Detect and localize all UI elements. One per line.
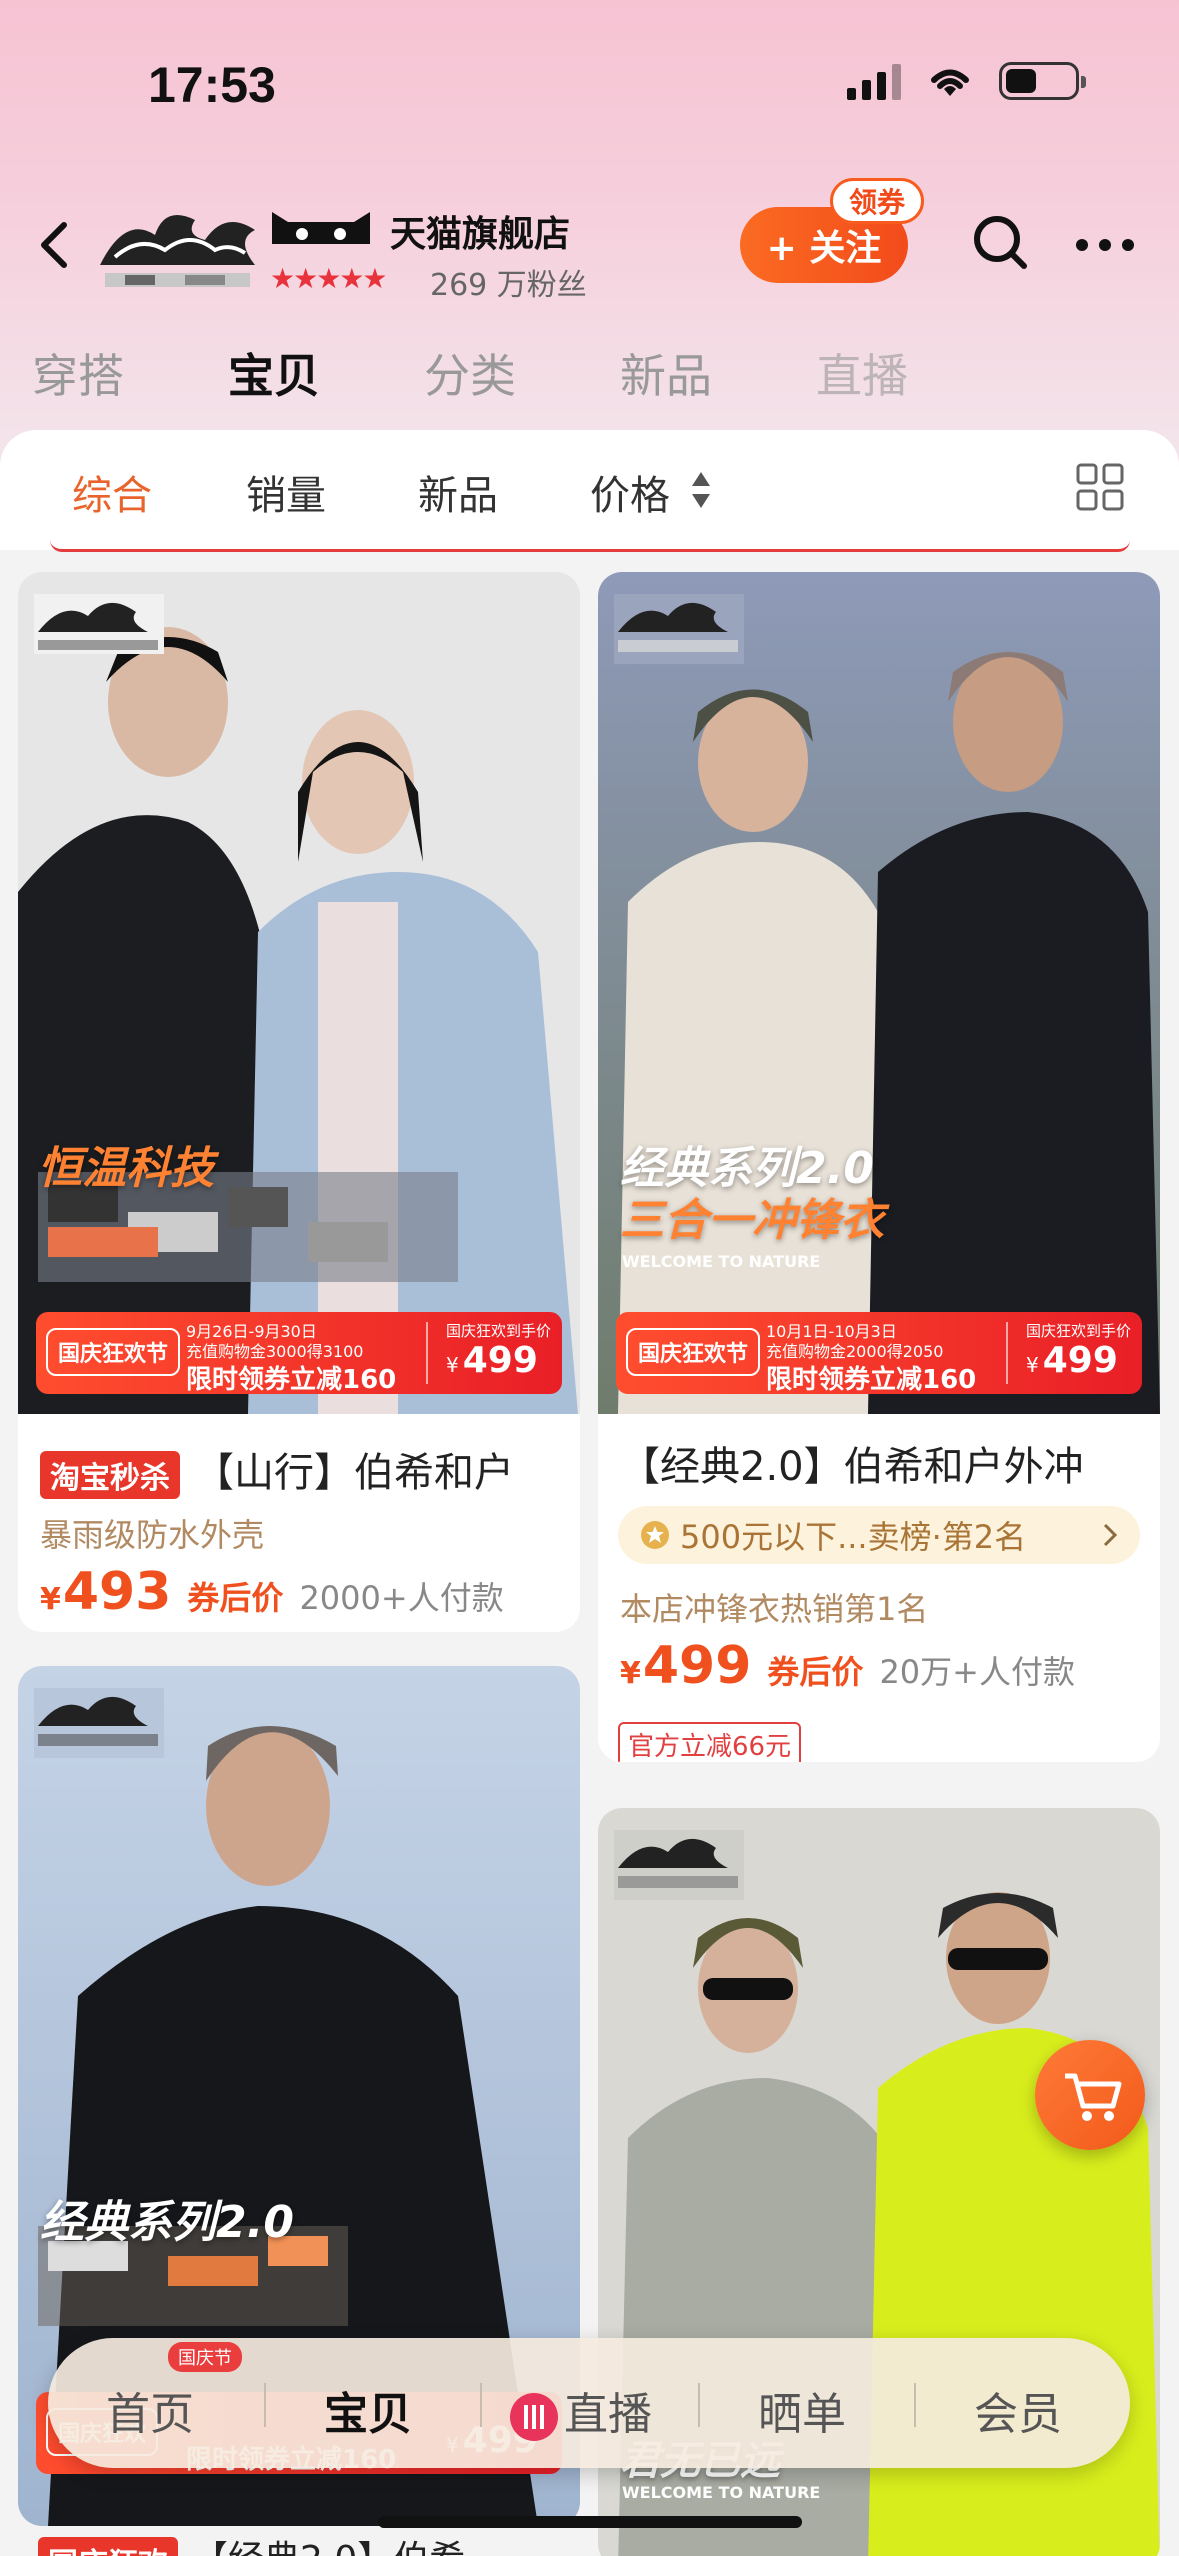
- medal-icon: [641, 1521, 669, 1549]
- nav-products[interactable]: 宝贝: [324, 2378, 412, 2442]
- sort-arrows-icon: [692, 472, 710, 508]
- image-overlay-small: WELCOME TO NATURE: [622, 1252, 821, 1271]
- filter-sales[interactable]: 销量: [246, 463, 326, 521]
- promo-tag: 国庆狂欢节: [46, 1328, 181, 1376]
- nav-home[interactable]: 首页: [106, 2378, 194, 2442]
- home-indicator: [378, 2516, 802, 2528]
- status-icons: [847, 62, 1086, 100]
- filter-new[interactable]: 新品: [418, 463, 498, 521]
- product-image: [18, 572, 580, 1414]
- store-logo: [100, 215, 255, 287]
- battery-icon: [999, 62, 1086, 100]
- coupon-badge[interactable]: 领券: [830, 178, 925, 224]
- cart-button[interactable]: [1035, 2040, 1145, 2150]
- search-icon[interactable]: [970, 212, 1030, 272]
- nav-separator: [698, 2383, 700, 2427]
- promo-price-label: 国庆狂欢到手价: [446, 1322, 552, 1340]
- tab-categories[interactable]: 分类: [424, 340, 516, 406]
- promo-divider: [1006, 1322, 1008, 1384]
- tmall-icon: [272, 212, 370, 244]
- store-fans-count: 269 万粉丝: [430, 268, 587, 303]
- nav-separator: [480, 2383, 482, 2427]
- product-price: ¥499: [620, 1636, 752, 1696]
- nav-separator: [914, 2383, 916, 2427]
- product-subtitle: 暴雨级防水外壳: [40, 1516, 265, 1554]
- product-price: ¥493: [40, 1562, 172, 1622]
- nav-reviews[interactable]: 晒单: [758, 2378, 846, 2442]
- product-card[interactable]: 恒温科技 国庆狂欢节 9月26日-9月30日 充值购物金3000得3100 限时…: [18, 572, 580, 1632]
- promo-banner: 国庆狂欢节 9月26日-9月30日 充值购物金3000得3100 限时领券立减1…: [36, 1312, 562, 1395]
- promo-price: ¥499: [446, 1340, 538, 1381]
- cart-icon: [1065, 2073, 1122, 2121]
- product-image: [598, 572, 1160, 1414]
- promo-price-label: 国庆狂欢到手价: [1026, 1322, 1132, 1340]
- product-subtitle: 本店冲锋衣热销第1名: [620, 1590, 929, 1628]
- after-coupon-label: 券后价: [187, 1579, 284, 1617]
- product-title: 淘宝秒杀 【山行】伯希和户: [40, 1440, 514, 1499]
- sales-count: 20万+人付款: [879, 1653, 1075, 1691]
- live-icon: [510, 2393, 558, 2441]
- image-overlay-text-2: 三合一冲锋衣: [620, 1195, 884, 1246]
- holiday-badge: 国庆节: [168, 2342, 242, 2372]
- wifi-icon: [931, 69, 969, 96]
- nav-membership[interactable]: 会员: [974, 2378, 1062, 2442]
- more-icon[interactable]: [1070, 225, 1140, 265]
- promo-divider: [426, 1322, 428, 1384]
- product-title: 【经典2.0】伯希和户外冲: [620, 1444, 1084, 1490]
- back-icon[interactable]: [28, 215, 78, 275]
- price-row: ¥499 券后价 20万+人付款: [620, 1636, 1075, 1696]
- after-coupon-label: 券后价: [767, 1653, 864, 1691]
- sales-count: 2000+人付款: [299, 1579, 504, 1617]
- promo-banner: 国庆狂欢节 10月1日-10月3日 充值购物金2000得2050 限时领券立减1…: [616, 1312, 1142, 1395]
- promo-headline: 限时领券立减160: [186, 1365, 397, 1395]
- tab-new[interactable]: 新品: [620, 340, 712, 406]
- tab-products[interactable]: 宝贝: [228, 340, 320, 406]
- signal-icon: [847, 62, 901, 100]
- grid-view-icon[interactable]: [1075, 462, 1125, 512]
- bottom-nav: 国庆节 首页 宝贝 直播 晒单 会员: [48, 2338, 1130, 2468]
- price-row: ¥493 券后价 2000+人付款: [40, 1562, 504, 1622]
- product-card[interactable]: 经典系列2.0 三合一冲锋衣 WELCOME TO NATURE 国庆狂欢节 1…: [598, 572, 1160, 1762]
- tab-outfits[interactable]: 穿搭: [32, 340, 124, 406]
- next-product-title-peek: 国庆狂欢【经典2.0】伯希: [38, 2530, 465, 2556]
- filter-comprehensive[interactable]: 综合: [72, 463, 152, 521]
- promo-headline: 限时领券立减160: [766, 1365, 977, 1395]
- chevron-right-icon: [1103, 1523, 1118, 1547]
- promo-tag: 国庆狂欢节: [626, 1328, 761, 1376]
- tab-live[interactable]: 直播: [816, 340, 908, 406]
- image-overlay-text: 经典系列2.0: [40, 2197, 294, 2248]
- image-overlay-small: WELCOME TO NATURE: [622, 2483, 821, 2502]
- store-rating-stars: ★★★★★: [270, 262, 388, 295]
- filter-divider: [50, 540, 1130, 552]
- ranking-badge[interactable]: 500元以下...卖榜·第2名: [618, 1506, 1140, 1564]
- promo-price: ¥499: [1026, 1340, 1118, 1381]
- taobao-flash-sale-badge: 淘宝秒杀: [40, 1451, 180, 1499]
- image-overlay-text: 恒温科技: [38, 1143, 214, 1194]
- store-name[interactable]: 天猫旗舰店: [390, 205, 570, 257]
- filter-price[interactable]: 价格: [590, 463, 670, 521]
- discount-tag: 官方立减66元: [618, 1722, 802, 1762]
- status-time: 17:53: [148, 57, 276, 113]
- nav-separator: [264, 2383, 266, 2427]
- nav-live[interactable]: 直播: [510, 2378, 652, 2442]
